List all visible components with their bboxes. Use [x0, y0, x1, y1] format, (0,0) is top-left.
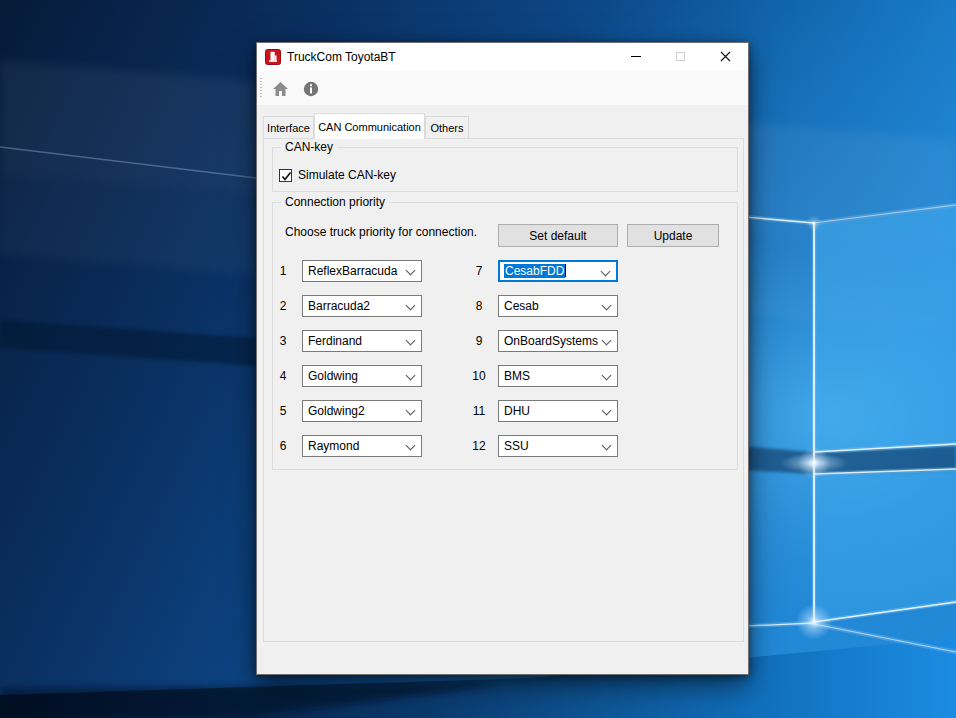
slot-5-combobox[interactable]: Goldwing2	[302, 400, 422, 422]
slot-7-combobox[interactable]: CesabFDD	[498, 260, 618, 282]
slot-8-value: Cesab	[504, 298, 539, 314]
desktop: TruckCom ToyotaBT Interface	[0, 0, 956, 718]
set-default-label: Set default	[529, 229, 586, 243]
slot-10-combobox[interactable]: BMS	[498, 365, 618, 387]
maximize-icon	[676, 52, 685, 61]
group-connection-priority-label: Connection priority	[281, 195, 389, 209]
slot-3-value: Ferdinand	[308, 333, 362, 349]
slot-6-number: 6	[274, 438, 292, 454]
update-label: Update	[654, 229, 693, 243]
slot-10-value: BMS	[504, 368, 530, 384]
tab-page-can-communication: CAN-key Simulate CAN-key Connection prio…	[263, 138, 744, 642]
chevron-down-icon	[406, 371, 416, 381]
simulate-can-key-checkbox[interactable]	[279, 169, 292, 182]
set-default-button[interactable]: Set default	[498, 224, 618, 247]
slot-1-number: 1	[274, 263, 292, 279]
chevron-down-icon	[406, 336, 416, 346]
chevron-down-icon	[406, 266, 416, 276]
slot-7-number: 7	[470, 263, 488, 279]
update-button[interactable]: Update	[627, 224, 719, 247]
slot-8-combobox[interactable]: Cesab	[498, 295, 618, 317]
slot-7-value: CesabFDD	[504, 263, 566, 279]
maximize-button[interactable]	[658, 43, 703, 70]
window-title: TruckCom ToyotaBT	[287, 50, 396, 64]
slot-2-number: 2	[274, 298, 292, 314]
chevron-down-icon	[406, 441, 416, 451]
slot-1-value: ReflexBarracuda	[308, 263, 397, 279]
slot-5-number: 5	[274, 403, 292, 419]
group-can-key-label: CAN-key	[281, 140, 337, 154]
tab-can-communication[interactable]: CAN Communication	[314, 113, 425, 139]
slot-5-value: Goldwing2	[308, 403, 365, 419]
slot-11-combobox[interactable]: DHU	[498, 400, 618, 422]
slot-9-value: OnBoardSystems	[504, 333, 598, 349]
truckcom-window: TruckCom ToyotaBT Interface	[256, 42, 749, 675]
slot-4-combobox[interactable]: Goldwing	[302, 365, 422, 387]
chevron-down-icon	[602, 406, 612, 416]
titlebar: TruckCom ToyotaBT	[257, 43, 748, 71]
minimize-button[interactable]	[613, 43, 658, 70]
minimize-icon	[631, 56, 641, 57]
slot-11-value: DHU	[504, 403, 530, 419]
slot-12-value: SSU	[504, 438, 529, 454]
slot-6-value: Raymond	[308, 438, 359, 454]
info-button[interactable]	[300, 78, 322, 100]
chevron-down-icon	[602, 336, 612, 346]
close-icon	[720, 51, 731, 62]
tab-interface[interactable]: Interface	[263, 116, 314, 138]
close-button[interactable]	[703, 43, 748, 70]
slot-8-number: 8	[470, 298, 488, 314]
chevron-down-icon	[602, 301, 612, 311]
slot-2-value: Barracuda2	[308, 298, 370, 314]
slot-12-number: 12	[470, 438, 488, 454]
slot-3-number: 3	[274, 333, 292, 349]
text-caret	[565, 264, 566, 277]
home-icon	[272, 81, 289, 97]
tab-interface-label: Interface	[267, 122, 310, 134]
chevron-down-icon	[602, 371, 612, 381]
toolbar	[257, 71, 748, 105]
slot-2-combobox[interactable]: Barracuda2	[302, 295, 422, 317]
tab-others[interactable]: Others	[425, 116, 469, 138]
chevron-down-icon	[602, 441, 612, 451]
truckcom-app-icon	[265, 49, 281, 65]
home-button[interactable]	[269, 78, 291, 100]
slot-12-combobox[interactable]: SSU	[498, 435, 618, 457]
tab-can-communication-label: CAN Communication	[318, 121, 421, 133]
chevron-down-icon	[406, 301, 416, 311]
chevron-down-icon	[406, 406, 416, 416]
slot-10-number: 10	[470, 368, 488, 384]
chevron-down-icon	[601, 267, 611, 277]
slot-1-combobox[interactable]: ReflexBarracuda	[302, 260, 422, 282]
slot-4-value: Goldwing	[308, 368, 358, 384]
tab-others-label: Others	[430, 122, 463, 134]
slot-3-combobox[interactable]: Ferdinand	[302, 330, 422, 352]
priority-instruction: Choose truck priority for connection.	[285, 225, 477, 239]
slot-9-number: 9	[470, 333, 488, 349]
slot-9-combobox[interactable]: OnBoardSystems	[498, 330, 618, 352]
info-icon	[303, 81, 319, 97]
toolbar-grip[interactable]	[260, 78, 262, 99]
slot-11-number: 11	[470, 403, 488, 419]
slot-4-number: 4	[274, 368, 292, 384]
checkmark-icon	[281, 171, 292, 182]
simulate-can-key-label: Simulate CAN-key	[298, 168, 396, 183]
slot-6-combobox[interactable]: Raymond	[302, 435, 422, 457]
